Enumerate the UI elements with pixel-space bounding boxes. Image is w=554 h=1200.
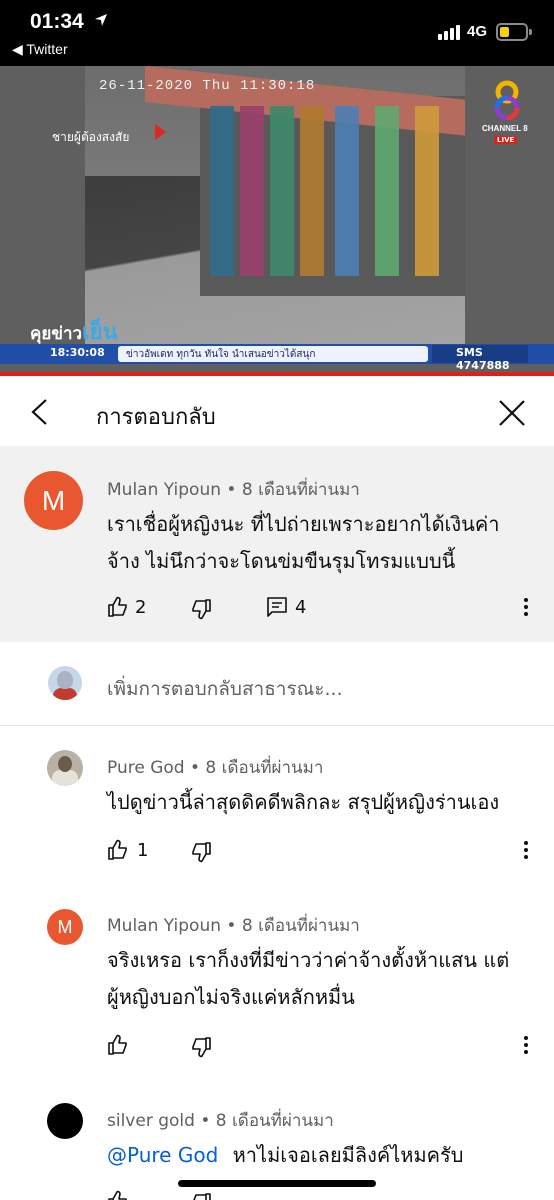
location-arrow-icon [95,14,107,26]
dislike-button[interactable] [190,841,212,863]
comment-author[interactable]: Mulan Yipoun [107,480,221,500]
sms-number: SMS 4747888 [432,345,528,372]
reply-item: Pure God • 8 เดือนที่ผ่านมา ไปดูข่าวนี้ล… [0,745,554,875]
close-icon[interactable] [497,398,527,428]
home-indicator[interactable] [178,1180,376,1187]
like-count: 1 [137,839,149,861]
divider [0,725,554,726]
avatar[interactable] [47,1103,83,1139]
dislike-button[interactable] [190,598,212,620]
dislike-button[interactable] [190,1036,212,1058]
back-to-app-link[interactable]: ◀ Twitter [12,41,68,58]
dislike-button[interactable] [190,1192,212,1200]
comment-text: @Pure God หาไม่เจอเลยมีลิงค์ไหมครับ [107,1143,464,1167]
chevron-left-icon[interactable] [28,398,52,426]
thumbs-up-icon [108,1034,127,1055]
more-options-icon[interactable] [522,598,530,618]
channel-logo-icon [494,80,520,120]
mention-link[interactable]: @Pure God [107,1143,218,1167]
comment-meta: Mulan Yipoun • 8 เดือนที่ผ่านมา [107,916,360,936]
parent-comment: M Mulan Yipoun • 8 เดือนที่ผ่านมา เราเชื… [0,446,554,642]
network-type: 4G [467,23,488,40]
video-frame: 26-11-2020 Thu 11:30:18 [85,66,465,346]
avatar[interactable]: M [47,909,83,945]
more-options-icon[interactable] [522,841,530,861]
avatar[interactable] [47,750,83,786]
comment-time: 8 เดือนที่ผ่านมา [241,480,360,500]
clock: 01:34 [30,10,84,33]
comment-text: เราเชื่อผู้หญิงนะ ที่ไปถ่ายเพราะอยากได้เ… [107,512,500,573]
thumbs-down-icon [193,1193,211,1200]
comment-time: 8 เดือนที่ผ่านมา [205,758,324,778]
comment-text: ไปดูข่าวนี้ล่าสุดดิคดีพลิกละ สรุปผู้หญิง… [107,790,500,814]
ticker-time: 18:30:08 [50,346,105,359]
comment-meta: Pure God • 8 เดือนที่ผ่านมา [107,758,324,778]
comment-meta: silver gold • 8 เดือนที่ผ่านมา [107,1111,334,1131]
red-pointer-icon [155,124,166,140]
reply-count: 4 [295,596,307,618]
ticker-text: ข่าวอัพเดท ทุกวัน ทันใจ นำเสนอข่าวได้สนุ… [118,346,428,362]
replies-header: การตอบกลับ [0,376,554,446]
video-timestamp: 26-11-2020 Thu 11:30:18 [99,78,316,94]
comment-author[interactable]: silver gold [107,1111,195,1131]
comment-meta: Mulan Yipoun • 8 เดือนที่ผ่านมา [107,480,360,500]
show-name-part1: คุยข่าว [30,324,83,344]
comment-time: 8 เดือนที่ผ่านมา [241,916,360,936]
replies-button[interactable]: 4 [266,596,306,618]
thumbs-down-icon [192,599,211,620]
thumbs-down-icon [192,842,211,863]
comment-text: จริงเหรอ เราก็งงที่มีข่าวว่าค่าจ้างตั้งห… [107,948,510,1009]
comment-icon [267,597,287,617]
like-button[interactable]: 2 [107,596,146,618]
add-reply-row[interactable]: เพิ่มการตอบกลับสาธารณะ... [0,658,554,716]
thumbs-down-icon [192,1037,211,1058]
reply-item: M Mulan Yipoun • 8 เดือนที่ผ่านมา จริงเห… [0,903,554,1073]
overlay-tag: ชายผู้ต้องสงสัย [52,130,130,144]
comment-time: 8 เดือนที่ผ่านมา [215,1111,334,1131]
comment-author[interactable]: Mulan Yipoun [107,916,221,936]
video-player[interactable]: 26-11-2020 Thu 11:30:18 ชายผู้ต้องสงสัย … [0,66,554,376]
like-button[interactable] [107,1034,129,1056]
thumbs-up-icon [108,839,127,860]
like-count: 2 [135,596,147,618]
thumbs-up-icon [108,1190,127,1200]
battery-icon [496,23,532,41]
user-avatar [48,666,82,700]
thumbs-up-icon [108,596,127,617]
live-badge: LIVE [494,136,518,144]
signal-icon [438,24,462,40]
avatar[interactable]: M [24,471,83,530]
comment-author[interactable]: Pure God [107,758,185,778]
news-ticker: 18:30:08 ข่าวอัพเดท ทุกวัน ทันใจ นำเสนอข… [0,344,554,372]
like-button[interactable] [107,1190,129,1200]
more-options-icon[interactable] [522,1036,530,1056]
page-title: การตอบกลับ [96,405,216,430]
channel-name: CHANNEL 8 [482,124,528,133]
reply-input[interactable]: เพิ่มการตอบกลับสาธารณะ... [107,674,343,704]
status-bar: 01:34 ◀ Twitter 4G [0,0,554,66]
like-button[interactable]: 1 [107,839,148,861]
show-name-part2: เย็น [82,320,118,345]
